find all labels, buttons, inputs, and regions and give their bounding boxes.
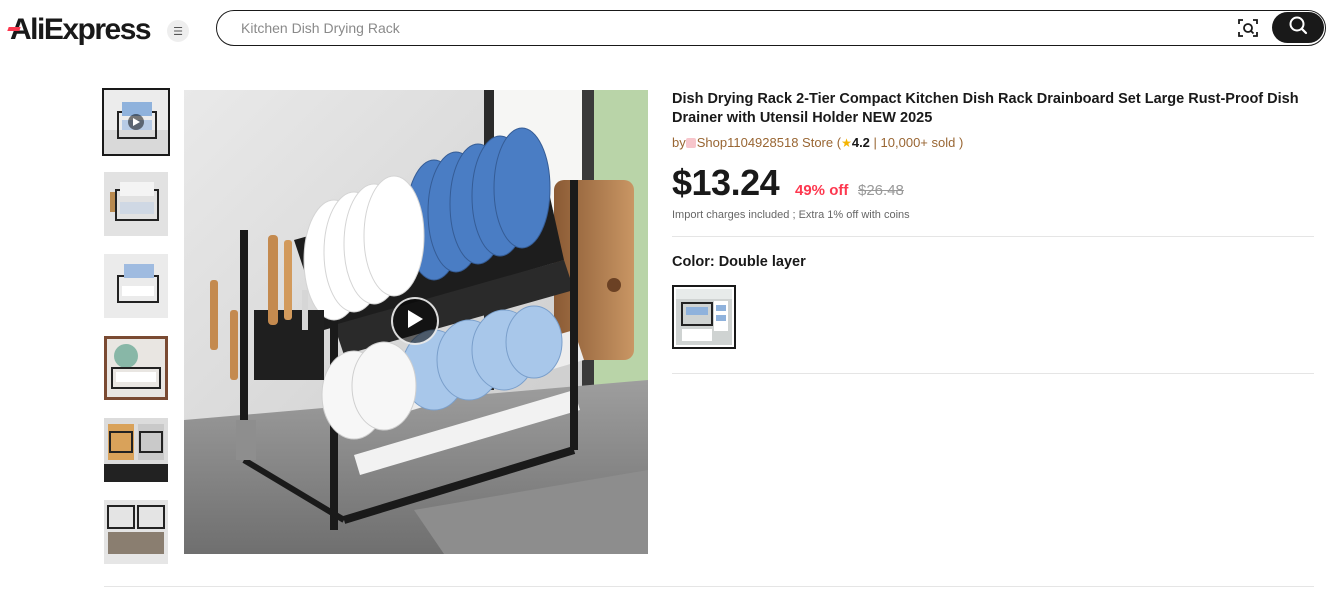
thumbnail-5[interactable] [104,418,168,482]
thumbnail-image [104,418,168,482]
search-bar [216,10,1326,46]
original-price: $26.48 [858,182,904,199]
search-input[interactable] [241,18,1221,38]
play-video-button[interactable] [391,297,439,345]
separator: | [869,135,881,150]
logo-text: AliExpress [10,13,152,46]
open-paren: ( [833,135,842,150]
swatch-image [676,289,732,345]
thumbnail-4[interactable] [104,336,168,400]
store-icon [685,138,696,148]
import-charges-note: Import charges included ; Extra 1% off w… [672,209,910,221]
thumbnail-video[interactable] [102,88,170,156]
color-swatch-double-layer[interactable] [672,285,736,349]
thumbnail-2[interactable] [104,172,168,236]
thumbnail-image [104,254,168,318]
thumbnail-image [104,90,168,154]
store-rating: 4.2 [851,135,870,150]
thumbnail-image [104,336,168,400]
current-price: $13.24 [672,162,780,203]
star-icon: ★ [841,136,852,150]
search-button[interactable] [1272,12,1324,43]
search-icon [1288,15,1308,40]
divider [104,586,1314,587]
aliexpress-logo[interactable]: AliExpress [10,13,152,47]
sold-count: 10,000+ sold [880,135,956,150]
store-link[interactable]: Shop1104928518 Store [697,135,833,150]
discount-badge: 49% off [795,182,849,199]
by-label: by [672,135,686,150]
divider [672,236,1314,237]
close-paren: ) [955,135,964,150]
thumbnail-image [104,172,168,236]
color-label: Color: Double layer [672,254,806,270]
thumbnail-3[interactable] [104,254,168,318]
store-info: by Shop1104928518 Store (★4.2 | 10,000+ s… [672,135,963,150]
menu-button[interactable]: ☰ [167,20,189,42]
main-product-image[interactable] [184,90,648,554]
divider [672,373,1314,374]
play-icon [406,309,424,334]
thumbnail-image [104,500,168,554]
product-title: Dish Drying Rack 2-Tier Compact Kitchen … [672,91,1299,126]
hamburger-icon: ☰ [173,25,183,38]
thumbnail-6[interactable] [104,500,168,564]
camera-search-icon[interactable] [1237,17,1259,39]
